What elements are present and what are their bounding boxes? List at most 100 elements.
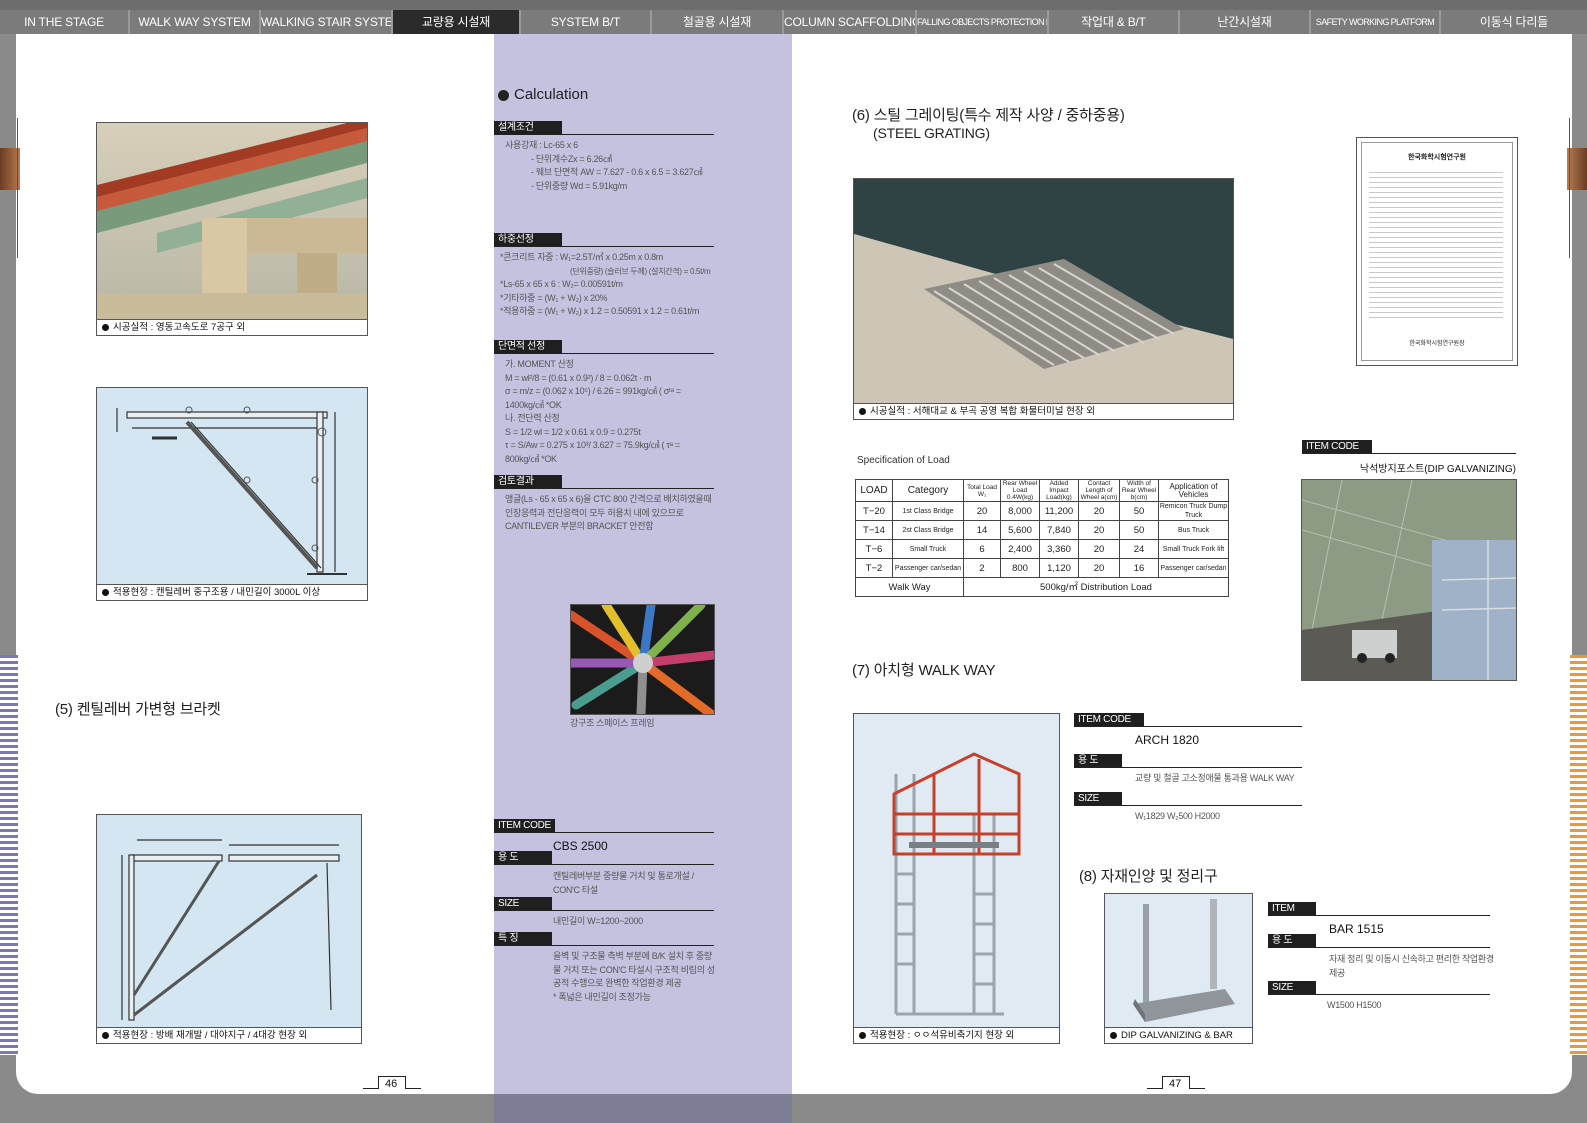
- bullet-icon: [102, 589, 109, 596]
- left-margin-line: [17, 118, 18, 258]
- bullet-icon: [102, 1032, 109, 1039]
- nav-tab[interactable]: 작업대 & B/T: [1049, 10, 1180, 34]
- grating-caption: 시공실적 : 서해대교 & 부곡 공영 복합 화물터미널 현장 외: [854, 403, 1233, 419]
- nav-tab[interactable]: SAFETY WORKING PLATFORM: [1311, 10, 1441, 34]
- table-cell: 800: [1000, 558, 1040, 578]
- calc-bullet-icon: [498, 90, 509, 101]
- load-spec-table: LOAD Category Total Load W₁ Rear Wheel L…: [855, 479, 1229, 597]
- heading-7: (7) 아치형 WALK WAY: [852, 662, 996, 679]
- label-rule: [1268, 947, 1490, 948]
- label-rule: [494, 832, 714, 833]
- arch-use-text: 교량 및 철골 고소정애물 통과용 WALK WAY: [1135, 773, 1295, 783]
- table-cell: Passenger car/sedan: [892, 558, 964, 578]
- calc-line: *Ls-65 x 65 x 6 : W₂= 0.00591t/m: [500, 279, 623, 289]
- arch-walkway-photo: 적용현장 : ㅇㅇ석유비축기지 현장 외: [853, 713, 1060, 1044]
- header-cell: Category: [892, 479, 964, 502]
- space-frame-caption: 강구조 스페이스 프레임: [570, 718, 655, 728]
- bullet-icon: [1110, 1032, 1117, 1039]
- table-cell: 50: [1119, 520, 1159, 540]
- table-cell: T−6: [855, 539, 893, 559]
- nav-tab[interactable]: WALKING STAIR SYSTEM: [261, 10, 393, 34]
- label-bar-size: SIZE: [1268, 981, 1490, 995]
- table-cell: T−2: [855, 558, 893, 578]
- steel-grating-photo: 시공실적 : 서해대교 & 부곡 공영 복합 화물터미널 현장 외: [853, 178, 1234, 420]
- certificate-title: 한국화학시험연구원: [1408, 154, 1466, 161]
- left-edge-stripes: [0, 655, 18, 1055]
- label-rule: [494, 945, 714, 946]
- header-cell: Application of Vehicles: [1158, 479, 1229, 502]
- table-row-walkway: Walk Way 500kg/㎡ Distribution Load: [855, 577, 1229, 597]
- nav-tab[interactable]: 이동식 다리들: [1441, 10, 1587, 34]
- table-cell: 7,840: [1039, 520, 1079, 540]
- label-fence-item-code: ITEM CODE: [1302, 440, 1516, 454]
- nav-tab[interactable]: 철골용 시설재: [652, 10, 784, 34]
- label-tag: 특 징: [494, 932, 552, 946]
- use-text: 캔틸레버부분 중량물 거치 및 통로개설 / CON'C 타설: [553, 871, 694, 895]
- label-rule: [494, 864, 714, 865]
- label-tag: 하중선정: [494, 233, 562, 247]
- nav-tab[interactable]: SYSTEM B/T: [521, 10, 652, 34]
- bridge-photo-image: [97, 123, 367, 319]
- test-certificate: 한국화학시험연구원 한국화학시험연구원장: [1356, 137, 1518, 366]
- label-rule: [494, 910, 714, 911]
- bar-use-text: 자재 정리 및 이동시 신속하고 편리한 작업환경 제공: [1329, 954, 1494, 978]
- calc-line: *적용하중 = (W₁ + W₂) x 1.2 = 0.50591 x 1.2 …: [500, 306, 700, 316]
- label-tag: 용 도: [1074, 754, 1122, 768]
- heading-5: (5) 켄틸레버 가변형 브라켓: [55, 701, 221, 718]
- table-cell: 2st Class Bridge: [892, 520, 964, 540]
- label-feature: 특 징: [494, 932, 714, 946]
- nav-tab[interactable]: WALK WAY SYSTEM: [130, 10, 261, 34]
- label-tag: 설계조건: [494, 121, 562, 135]
- feature-text: 을벽 및 구조물 측벽 부분에 B/K 설치 후 중량물 거치 또는 CON'C…: [553, 950, 718, 1004]
- nav-tab[interactable]: 교량용 시설재: [393, 10, 521, 34]
- table-cell: Small Truck: [892, 539, 964, 559]
- table-cell: T−14: [855, 520, 893, 540]
- cantilever-drawing-2-image: [121, 839, 340, 1021]
- bridge-photo: 시공실적 : 영동고속도로 7공구 외: [96, 122, 368, 336]
- table-row: T−20 1st Class Bridge 20 8,000 11,200 20…: [855, 501, 1229, 521]
- fence-photo: [1301, 479, 1517, 681]
- bottom-band-middle: [494, 1094, 792, 1123]
- bar-caption: DIP GALVANIZING & BAR: [1105, 1027, 1252, 1043]
- table-cell: Walk Way: [855, 577, 964, 597]
- label-item-code: ITEM CODE: [494, 819, 714, 833]
- calc-title: Calculation: [514, 86, 589, 103]
- caption-text: DIP GALVANIZING & BAR: [1121, 1030, 1233, 1041]
- nav-tab[interactable]: COLUMN SCAFFOLDING: [784, 10, 917, 34]
- top-navigation: IN THE STAGE WALK WAY SYSTEM WALKING STAIR…: [0, 0, 1587, 34]
- review-result-text: 앵글(Ls - 65 x 65 x 6)을 CTC 800 간격으로 배치하였을…: [505, 494, 712, 531]
- calc-line: 가. MOMENT 산정: [505, 359, 574, 369]
- label-rule: [1268, 915, 1490, 916]
- nav-tab[interactable]: 난간시설재: [1180, 10, 1311, 34]
- calc-line: σ = m/z = (0.062 x 10⁵) / 6.26 = 991kg/㎠…: [505, 386, 681, 396]
- label-tag: 용 도: [494, 851, 552, 865]
- load-selection-text: *콘크리트 자중 : W₁=2.5T/㎥ x 0.25m x 0.8m (단위중…: [500, 251, 722, 319]
- header-cell: Contact Length of Wheel a(cm): [1078, 479, 1120, 502]
- label-review-result: 검토결과: [494, 475, 714, 489]
- page-number-right: 47: [1169, 1078, 1182, 1090]
- feature-desc: 을벽 및 구조물 측벽 부분에 B/K 설치 후 중량물 거치 또는 CON'C…: [553, 951, 715, 988]
- table-cell: 20: [1078, 501, 1120, 521]
- caption-text: 시공실적 : 서해대교 & 부곡 공영 복합 화물터미널 현장 외: [870, 406, 1096, 417]
- certificate-footer: 한국화학시험연구원장: [1409, 341, 1465, 347]
- fence-photo-image: [1302, 480, 1516, 680]
- table-cell: 24: [1119, 539, 1159, 559]
- calc-line: 사용강재 : Lc-65 x 6: [505, 140, 578, 150]
- label-arch-size: SIZE: [1074, 792, 1302, 806]
- header-cell: Width of Rear Wheel b(cm): [1119, 479, 1159, 502]
- table-header-row: LOAD Category Total Load W₁ Rear Wheel L…: [855, 479, 1229, 502]
- calc-line: (단위중량) (슬러브 두께) (설치간격) = 0.5t/m: [570, 266, 711, 276]
- nav-tab[interactable]: IN THE STAGE: [0, 10, 130, 34]
- feature-note: * 폭넓은 내민길이 조정가능: [553, 991, 651, 1002]
- arch-caption: 적용현장 : ㅇㅇ석유비축기지 현장 외: [854, 1027, 1059, 1043]
- table-cell: 500kg/㎡ Distribution Load: [963, 577, 1229, 597]
- nav-tab[interactable]: FALLING OBJECTS PROTECTION PLATFORM: [917, 10, 1049, 34]
- label-rule: [494, 353, 714, 354]
- bullet-icon: [859, 1032, 866, 1039]
- table-cell: 1,120: [1039, 558, 1079, 578]
- table-cell: 2: [963, 558, 1001, 578]
- calc-line: S = 1/2 wl = 1/2 x 0.61 x 0.9 = 0.275t: [505, 426, 641, 437]
- label-rule: [494, 246, 714, 247]
- fence-product-name: 낙석방지포스트(DIP GALVANIZING): [1359, 464, 1516, 475]
- label-tag: ITEM: [1268, 902, 1316, 916]
